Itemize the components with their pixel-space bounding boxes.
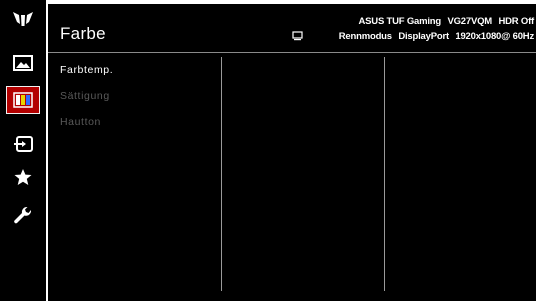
status-line-model: ASUS TUF Gaming VG27VQM HDR Off [358, 16, 534, 27]
column-divider-2 [384, 57, 385, 291]
star-icon [13, 168, 33, 186]
monitor-osd-screen: Farbe ASUS TUF Gaming VG27VQM HDR Off Re… [0, 0, 536, 301]
sidebar-item-color[interactable] [6, 86, 40, 114]
sidebar-item-image[interactable] [6, 49, 40, 77]
column-divider-1 [221, 57, 222, 291]
menu-item-saturation[interactable]: Sättigung [60, 90, 110, 102]
sidebar-item-tuf-logo [6, 5, 40, 33]
status-hdr: HDR Off [498, 16, 534, 27]
header-divider [48, 52, 536, 53]
tuf-logo-icon [12, 11, 34, 27]
status-line-signal: Rennmodus DisplayPort 1920x1080@ 60Hz [339, 31, 534, 42]
status-game-mode: Rennmodus [338, 31, 392, 42]
osd-sidebar [0, 0, 46, 301]
osd-main-panel: Farbe ASUS TUF Gaming VG27VQM HDR Off Re… [48, 4, 536, 301]
color-bars-icon [13, 92, 33, 108]
wrench-icon [13, 206, 33, 226]
sidebar-item-system-setup[interactable] [6, 202, 40, 230]
input-select-icon [13, 136, 33, 152]
status-input-source: DisplayPort [398, 31, 449, 42]
menu-item-skin-tone[interactable]: Hautton [60, 116, 101, 128]
status-model-number: VG27VQM [447, 16, 492, 27]
status-model-name: ASUS TUF Gaming [358, 16, 441, 27]
menu-item-color-temp[interactable]: Farbtemp. [60, 64, 113, 76]
sidebar-item-favorites[interactable] [6, 163, 40, 191]
page-title: Farbe [60, 24, 106, 43]
monitor-icon [292, 28, 303, 46]
sidebar-item-input-select[interactable] [6, 130, 40, 158]
image-icon [13, 55, 33, 71]
status-resolution: 1920x1080@ 60Hz [455, 31, 534, 42]
